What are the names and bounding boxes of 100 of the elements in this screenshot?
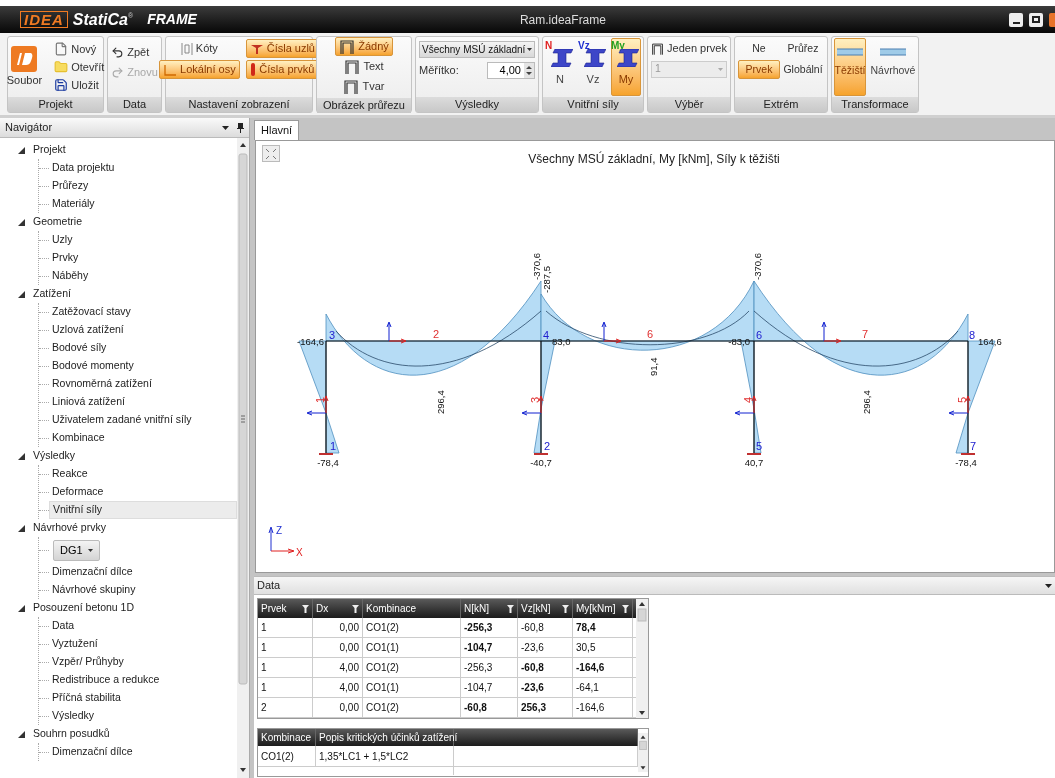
undo-button[interactable]: Zpět [111, 43, 158, 61]
ribbon-group-label: Nastavení zobrazení [166, 97, 312, 112]
tree-item[interactable]: Data [49, 617, 237, 635]
table-cell: 1 [258, 678, 313, 697]
table-cell: -60,8 [461, 698, 518, 717]
tree-item[interactable]: Rovnoměrná zatížení [49, 375, 237, 393]
section-option[interactable]: Tvar [335, 77, 393, 96]
product-name: StatiCa [72, 9, 128, 30]
column-header[interactable]: My[kNm] [573, 599, 633, 618]
force-toggle[interactable]: Vz Vz [578, 38, 608, 96]
ribbon-group-label: Data [108, 97, 161, 112]
table-cell: -64,1 [573, 678, 633, 697]
tree-item[interactable]: Uzly [49, 231, 237, 249]
column-header[interactable]: N[kN] [461, 599, 518, 618]
tree-item[interactable]: Bodové momenty [49, 357, 237, 375]
moment-value: -370,6 [531, 253, 542, 280]
transformation-toggle[interactable]: Návrhové [869, 38, 917, 96]
dimensions-toggle[interactable]: Kóty [159, 39, 240, 58]
transformation-toggle[interactable]: Těžiští [833, 38, 867, 96]
moment-value: 91,4 [648, 357, 659, 376]
ribbon-group-label: Výsledky [416, 97, 538, 112]
column-header[interactable]: Kombinace [363, 599, 461, 618]
tree-node[interactable]: Výsledky [0, 447, 237, 465]
tree-item[interactable]: Zatěžovací stavy [49, 303, 237, 321]
tree-item[interactable]: Redistribuce a redukce [49, 671, 237, 689]
tree-item[interactable]: Průřezy [49, 177, 237, 195]
window-title: Ram.ideaFrame [519, 11, 606, 29]
node-numbers-toggle[interactable]: Čísla uzlů [245, 39, 319, 58]
force-toggle[interactable]: N N [545, 38, 575, 96]
scale-spinbox[interactable]: 4,00 [487, 62, 535, 79]
tree-item[interactable]: Materiály [49, 195, 237, 213]
save-button[interactable]: Uložit [54, 76, 105, 94]
table-cell: -164,6 [573, 698, 633, 717]
node-number: 6 [756, 329, 763, 341]
table-cell: CO1(2) [363, 618, 461, 637]
member-number: 2 [433, 328, 440, 340]
tree-item[interactable]: Bodové síly [49, 339, 237, 357]
table-cell: 0,00 [313, 698, 363, 717]
table-cell: -104,7 [461, 678, 518, 697]
member-number: 4 [742, 396, 754, 403]
node-number: 5 [756, 440, 763, 452]
tree-node[interactable]: Posouzení betonu 1D [0, 599, 237, 617]
tree-item[interactable]: Vyztužení [49, 635, 237, 653]
tree-node[interactable]: Projekt [0, 141, 237, 159]
table-cell: 0,00 [313, 618, 363, 637]
tree-node[interactable]: Geometrie [0, 213, 237, 231]
extreme-option[interactable]: Prvek [738, 60, 780, 79]
tree-item[interactable]: Uzlová zatížení [49, 321, 237, 339]
tree-node[interactable]: Souhrn posudků [0, 725, 237, 743]
tree-item[interactable]: Liniová zatížení [49, 393, 237, 411]
tree-item[interactable]: Vzpěr/ Průhyby [49, 653, 237, 671]
tree-item[interactable]: Dimenzační dílce [49, 563, 237, 581]
tree-item[interactable]: Data projektu [49, 159, 237, 177]
table-cell: CO1(2) [363, 698, 461, 717]
extreme-option[interactable]: Ne [738, 39, 780, 58]
member-numbers-toggle[interactable]: Čísla prvků [245, 60, 319, 79]
force-toggle[interactable]: My My [611, 38, 641, 96]
section-option[interactable]: Text [335, 57, 393, 76]
tree-node[interactable]: Návrhové prvky [0, 519, 237, 537]
tree-item[interactable]: Výsledky [49, 707, 237, 725]
canvas[interactable]: Všechny MSÚ základní, My [kNm], Síly k těžišti -370,6 -370,6 -287,5 -164,6 3 2 4 83,0 6 -83,0 6 7 8 164,6 91,4 1 296,4 3 4 296,4 5 1 2 5 7 -78,4 -40,7 40,7 -78,4 Z X [255, 140, 1055, 573]
extreme-option[interactable]: Globální [782, 60, 824, 79]
table-cell: -23,6 [518, 638, 573, 657]
extreme-option[interactable]: Průřez [782, 39, 824, 58]
table-cell: -256,3 [461, 658, 518, 677]
moment-value: 40,7 [744, 457, 764, 468]
tree-item[interactable]: Vnitřní síly [49, 501, 237, 519]
panel-title: Data [257, 578, 281, 594]
tree-item[interactable]: Uživatelem zadané vnitřní síly [49, 411, 237, 429]
tree-item[interactable]: Návrhové skupiny [49, 581, 237, 599]
open-button[interactable]: Otevřít [54, 58, 105, 76]
tree-item[interactable]: Příčná stabilita [49, 689, 237, 707]
document-tab[interactable]: Hlavní [254, 120, 300, 140]
table-cell: CO1(1) [363, 638, 461, 657]
moment-value: 83,0 [552, 336, 571, 347]
node-number: 1 [330, 440, 337, 452]
diagram-title: Všechny MSÚ základní, My [kNm], Síly k těžišti [528, 152, 780, 166]
node-number: 4 [543, 329, 550, 341]
logo: IDEA [20, 11, 68, 28]
tree-node[interactable]: Zatížení [0, 285, 237, 303]
tree-item[interactable]: Náběhy [49, 267, 237, 285]
local-axes-toggle[interactable]: Lokální osy [159, 60, 240, 79]
column-header[interactable]: Prvek [258, 599, 313, 618]
column-header[interactable]: Vz[kN] [518, 599, 573, 618]
tree-item[interactable]: Prvky [49, 249, 237, 267]
moment-value: 296,4 [435, 390, 446, 414]
result-class-dropdown[interactable]: Všechny MSÚ základní [419, 41, 535, 58]
column-header[interactable]: Dx [313, 599, 363, 618]
tree-item[interactable]: Kombinace [49, 429, 237, 447]
section-option[interactable]: Žádný [335, 37, 393, 56]
single-member-button[interactable]: Jeden prvek [651, 40, 727, 57]
file-menu-button[interactable]: Soubor [6, 45, 43, 89]
new-button[interactable]: Nový [54, 40, 105, 58]
tree-item[interactable]: Deformace [49, 483, 237, 501]
tree-item[interactable]: Dimenzační dílce [49, 743, 237, 761]
table-cell-text: 1,35*LC1 + 1,5*LC2 [319, 749, 409, 764]
tree-item[interactable]: Reakce [49, 465, 237, 483]
table-cell: 0,00 [313, 638, 363, 657]
group-dropdown[interactable]: DG1 [53, 539, 100, 561]
table-cell: -60,8 [518, 658, 573, 677]
